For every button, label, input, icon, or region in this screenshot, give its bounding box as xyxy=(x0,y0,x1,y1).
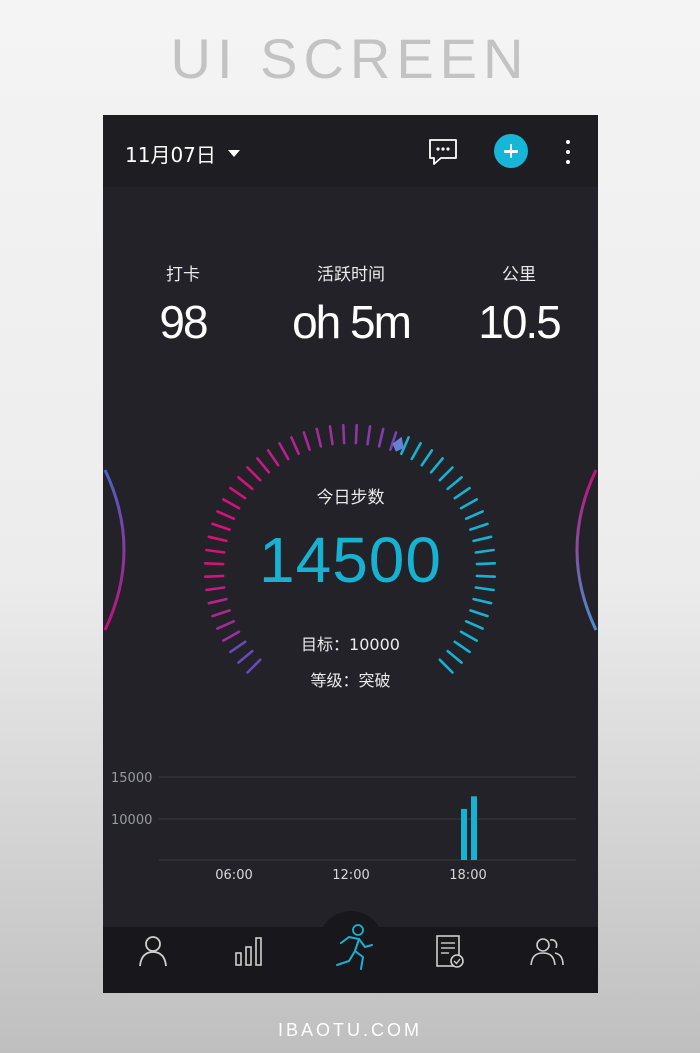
date-label: 11月07日 xyxy=(125,142,216,167)
gauge-tick xyxy=(278,441,290,461)
chat-button[interactable] xyxy=(427,137,459,167)
gauge-tick xyxy=(377,427,385,448)
add-button[interactable] xyxy=(494,134,528,168)
chart-bar xyxy=(471,796,477,860)
goal-line: 目标：10000 xyxy=(103,631,598,655)
nav-item-report[interactable] xyxy=(429,931,469,971)
gauge-tick xyxy=(302,431,311,451)
x-tick-label: 12:00 xyxy=(332,868,369,883)
chevron-down-icon xyxy=(227,149,240,157)
friends-icon xyxy=(530,938,564,966)
gauge-tick xyxy=(216,620,236,630)
gauge-tick xyxy=(266,449,280,467)
nav-item-profile[interactable] xyxy=(133,931,173,971)
gauge-tick xyxy=(438,466,454,482)
top-bar: 11月07日 xyxy=(103,115,598,187)
gauge-tick xyxy=(207,597,228,605)
hourly-steps-chart: 15000 10000 06:00 12:00 18:00 xyxy=(111,771,576,883)
gauge-tick xyxy=(354,423,358,445)
gauge-title: 今日步数 xyxy=(316,488,385,508)
stat-label: 公里 xyxy=(502,265,536,285)
level-line: 等级：突破 xyxy=(103,667,598,691)
gauge-tick xyxy=(464,510,484,520)
more-vertical-icon xyxy=(566,140,570,144)
gauge-tick xyxy=(410,441,422,461)
gauge-tick xyxy=(469,609,489,618)
gauge-tick xyxy=(366,425,372,446)
gauge-tick xyxy=(472,597,493,605)
bar-chart-icon xyxy=(235,937,262,966)
report-icon xyxy=(436,935,464,968)
x-tick-label: 06:00 xyxy=(215,868,252,883)
chart-bar xyxy=(461,808,467,860)
y-tick-label: 15000 xyxy=(111,771,152,786)
stat-value: 98 xyxy=(159,296,208,348)
stat-active-time: 活跃时间 oh 5m xyxy=(271,260,431,349)
gauge-tick xyxy=(256,457,271,474)
goal-label: 目标： xyxy=(301,635,350,654)
more-dot xyxy=(566,160,570,164)
steps-value: 14500 xyxy=(259,524,442,596)
stat-value: 10.5 xyxy=(478,296,562,348)
x-tick-label: 18:00 xyxy=(449,868,486,883)
frame-footer: IBAOTU.COM xyxy=(277,1020,422,1040)
nav-item-stats[interactable] xyxy=(229,931,269,971)
steps-gauge: 今日步数 14500 目标：10000 等级：突破 xyxy=(103,405,598,705)
gauge-tick xyxy=(464,620,484,630)
y-tick-label: 10000 xyxy=(111,813,152,828)
stat-label: 活跃时间 xyxy=(317,265,385,285)
gauge-tick xyxy=(315,427,323,448)
gauge-tick xyxy=(216,510,236,520)
chat-icon xyxy=(429,139,457,165)
gauge-tick xyxy=(290,436,300,456)
gauge-tick xyxy=(342,423,346,445)
gauge-tick xyxy=(246,466,262,482)
date-selector[interactable]: 11月07日 xyxy=(125,139,240,167)
stat-value: oh 5m xyxy=(292,296,412,348)
stat-checkin: 打卡 98 xyxy=(103,260,263,349)
level-label: 等级： xyxy=(310,671,359,690)
more-dot xyxy=(566,150,570,154)
running-icon xyxy=(336,924,373,970)
nav-item-run[interactable] xyxy=(327,923,377,977)
frame-title: UI SCREEN xyxy=(170,27,530,90)
stat-distance: 公里 10.5 xyxy=(439,260,598,349)
goal-value: 10000 xyxy=(349,635,400,654)
gauge-tick xyxy=(328,425,334,446)
stat-label: 打卡 xyxy=(166,265,200,285)
phone-screen: 11月07日 打卡 98 活跃时间 oh 5m 公里 10.5 今日步数 145… xyxy=(103,115,598,993)
level-value: 突破 xyxy=(358,671,391,690)
gauge-tick xyxy=(211,609,231,618)
gauge-tick xyxy=(429,457,444,474)
gauge-tick xyxy=(420,449,434,467)
nav-item-friends[interactable] xyxy=(527,931,567,971)
profile-icon xyxy=(139,936,167,967)
more-button[interactable] xyxy=(563,137,573,167)
